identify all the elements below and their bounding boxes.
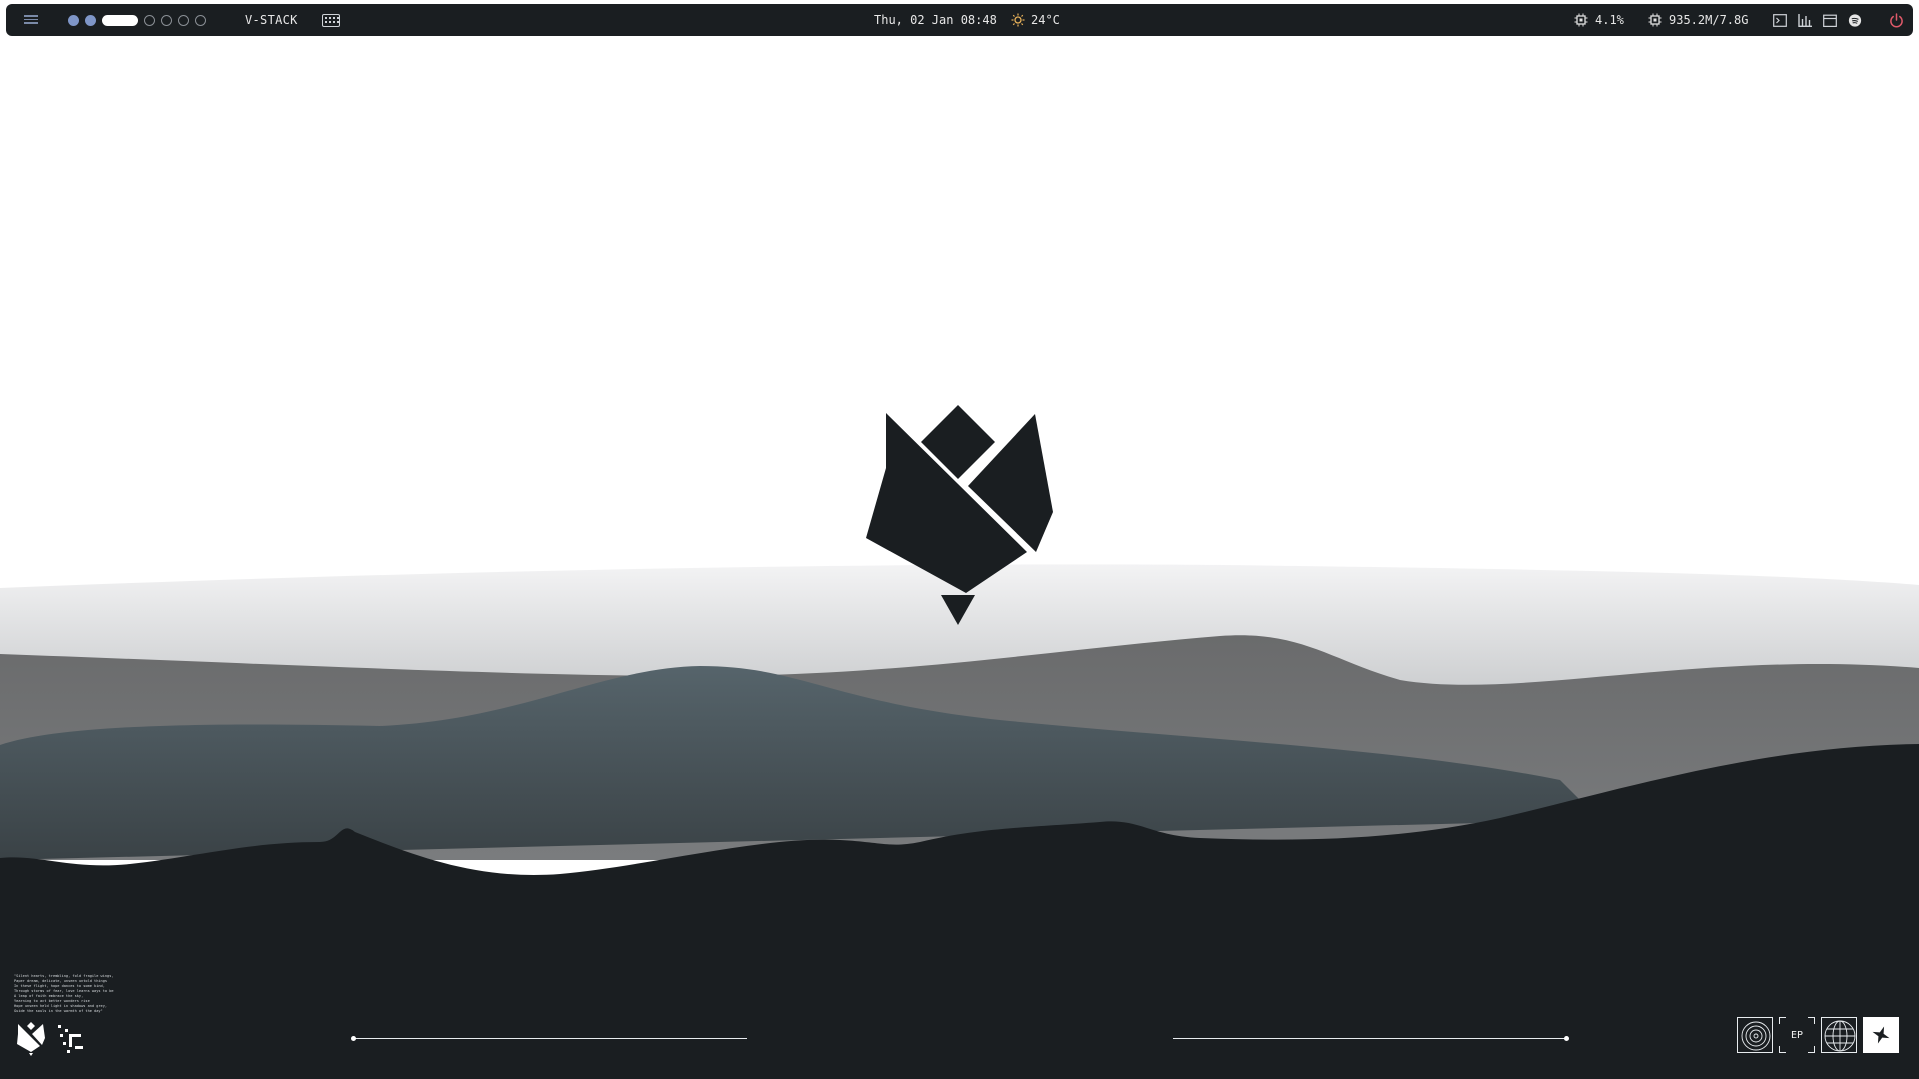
memory-widget[interactable]: 935.2M/7.8G	[1648, 13, 1748, 27]
workspace-6[interactable]	[178, 14, 189, 26]
ep-label: EP	[1790, 1029, 1804, 1041]
star-icon	[1872, 1026, 1890, 1044]
workspace-4[interactable]	[144, 14, 155, 26]
clock[interactable]: Thu, 02 Jan 08:48	[874, 13, 997, 27]
keyboard-icon[interactable]	[322, 14, 340, 27]
cpu-icon	[1574, 13, 1588, 27]
cpu-widget[interactable]: 4.1%	[1574, 13, 1624, 27]
weather-widget[interactable]: 24°C	[1011, 13, 1060, 27]
calendar-icon[interactable]	[1823, 14, 1837, 27]
pixel-glyph-icon[interactable]	[58, 1025, 90, 1055]
layout-label[interactable]: V-STACK	[245, 13, 298, 27]
memory-icon	[1648, 13, 1662, 27]
sun-icon	[1011, 13, 1025, 27]
workspace-1[interactable]	[68, 14, 79, 26]
workspace-3-active[interactable]	[102, 14, 138, 26]
poem-text: "Silent hearts, trembling, fold fragile …	[14, 974, 114, 1013]
spotify-icon[interactable]	[1848, 14, 1862, 27]
left-slider-handle[interactable]	[351, 1036, 356, 1041]
vinyl-button[interactable]	[1737, 1017, 1773, 1053]
right-slider-handle[interactable]	[1564, 1036, 1569, 1041]
top-bar: V-STACK Thu, 02 Jan 08:48 24°C 4.1% 935.…	[6, 4, 1913, 36]
terminal-icon[interactable]	[1773, 14, 1787, 27]
power-icon[interactable]	[1889, 13, 1904, 28]
memory-usage: 935.2M/7.8G	[1669, 13, 1749, 27]
globe-button[interactable]	[1821, 1017, 1857, 1053]
menu-icon[interactable]	[24, 13, 38, 27]
workspace-2[interactable]	[85, 14, 96, 26]
ep-button[interactable]: EP	[1779, 1017, 1815, 1053]
workspace-5[interactable]	[161, 14, 172, 26]
tulip-logo-small[interactable]	[15, 1020, 45, 1056]
system-tray	[1773, 14, 1862, 27]
wallpaper	[0, 0, 1919, 1079]
chart-icon[interactable]	[1798, 14, 1812, 27]
vinyl-icon	[1741, 1021, 1771, 1051]
workspace-switcher	[68, 13, 206, 27]
workspace-7[interactable]	[195, 14, 206, 26]
globe-icon	[1824, 1020, 1856, 1052]
star-button[interactable]	[1863, 1017, 1899, 1053]
cpu-usage: 4.1%	[1595, 13, 1624, 27]
weather-temp: 24°C	[1031, 13, 1060, 27]
dock: EP	[1737, 1017, 1899, 1053]
left-slider[interactable]	[351, 1036, 747, 1041]
right-slider[interactable]	[1173, 1036, 1569, 1041]
